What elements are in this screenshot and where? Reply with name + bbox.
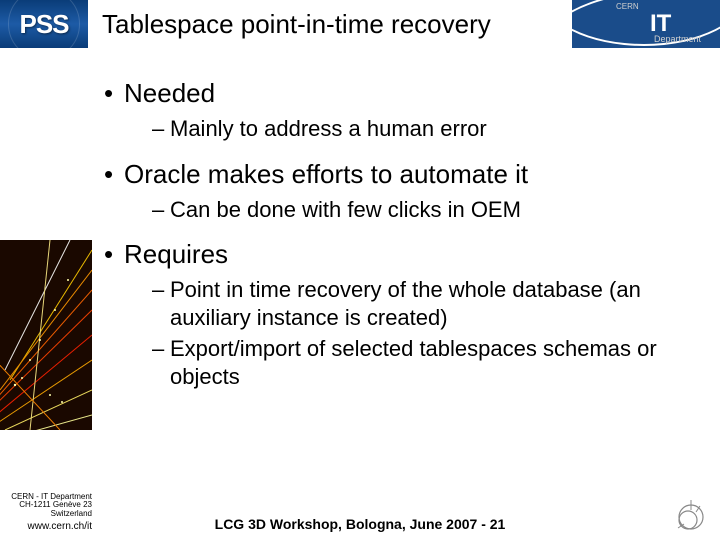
cern-it-logo: CERN IT Department [572, 0, 720, 48]
footer-slide-info: LCG 3D Workshop, Bologna, June 2007 - 21 [0, 516, 720, 532]
bullet-text: Needed [124, 78, 215, 108]
logo-cern-text: CERN [616, 2, 639, 11]
sub-bullet-item: Point in time recovery of the whole data… [152, 276, 700, 331]
decorative-event-image [0, 240, 92, 430]
pss-badge: PSS [0, 0, 88, 48]
bullet-item: Oracle makes efforts to automate it Can … [104, 159, 700, 224]
bullet-text: Requires [124, 239, 228, 269]
logo-dept-text: Department [654, 34, 701, 44]
footer-line: Switzerland [4, 510, 92, 519]
slide-title: Tablespace point-in-time recovery [102, 9, 491, 40]
footer-address: CERN - IT Department CH-1211 Genève 23 S… [4, 493, 92, 532]
bullet-item: Requires Point in time recovery of the w… [104, 239, 700, 390]
bullet-item: Needed Mainly to address a human error [104, 78, 700, 143]
title-area: Tablespace point-in-time recovery [88, 0, 572, 48]
sub-bullet-item: Can be done with few clicks in OEM [152, 196, 700, 224]
sub-bullet-item: Mainly to address a human error [152, 115, 700, 143]
footer-url: www.cern.ch/it [4, 521, 92, 532]
sub-bullet-list: Mainly to address a human error [124, 115, 700, 143]
sub-bullet-item: Export/import of selected tablespaces sc… [152, 335, 700, 390]
bullet-text: Oracle makes efforts to automate it [124, 159, 528, 189]
sub-bullet-list: Can be done with few clicks in OEM [124, 196, 700, 224]
sub-bullet-list: Point in time recovery of the whole data… [124, 276, 700, 390]
slide-content: Needed Mainly to address a human error O… [0, 48, 720, 390]
cern-circle-logo [674, 500, 708, 534]
bullet-list: Needed Mainly to address a human error O… [104, 78, 700, 390]
slide-header: PSS Tablespace point-in-time recovery CE… [0, 0, 720, 48]
